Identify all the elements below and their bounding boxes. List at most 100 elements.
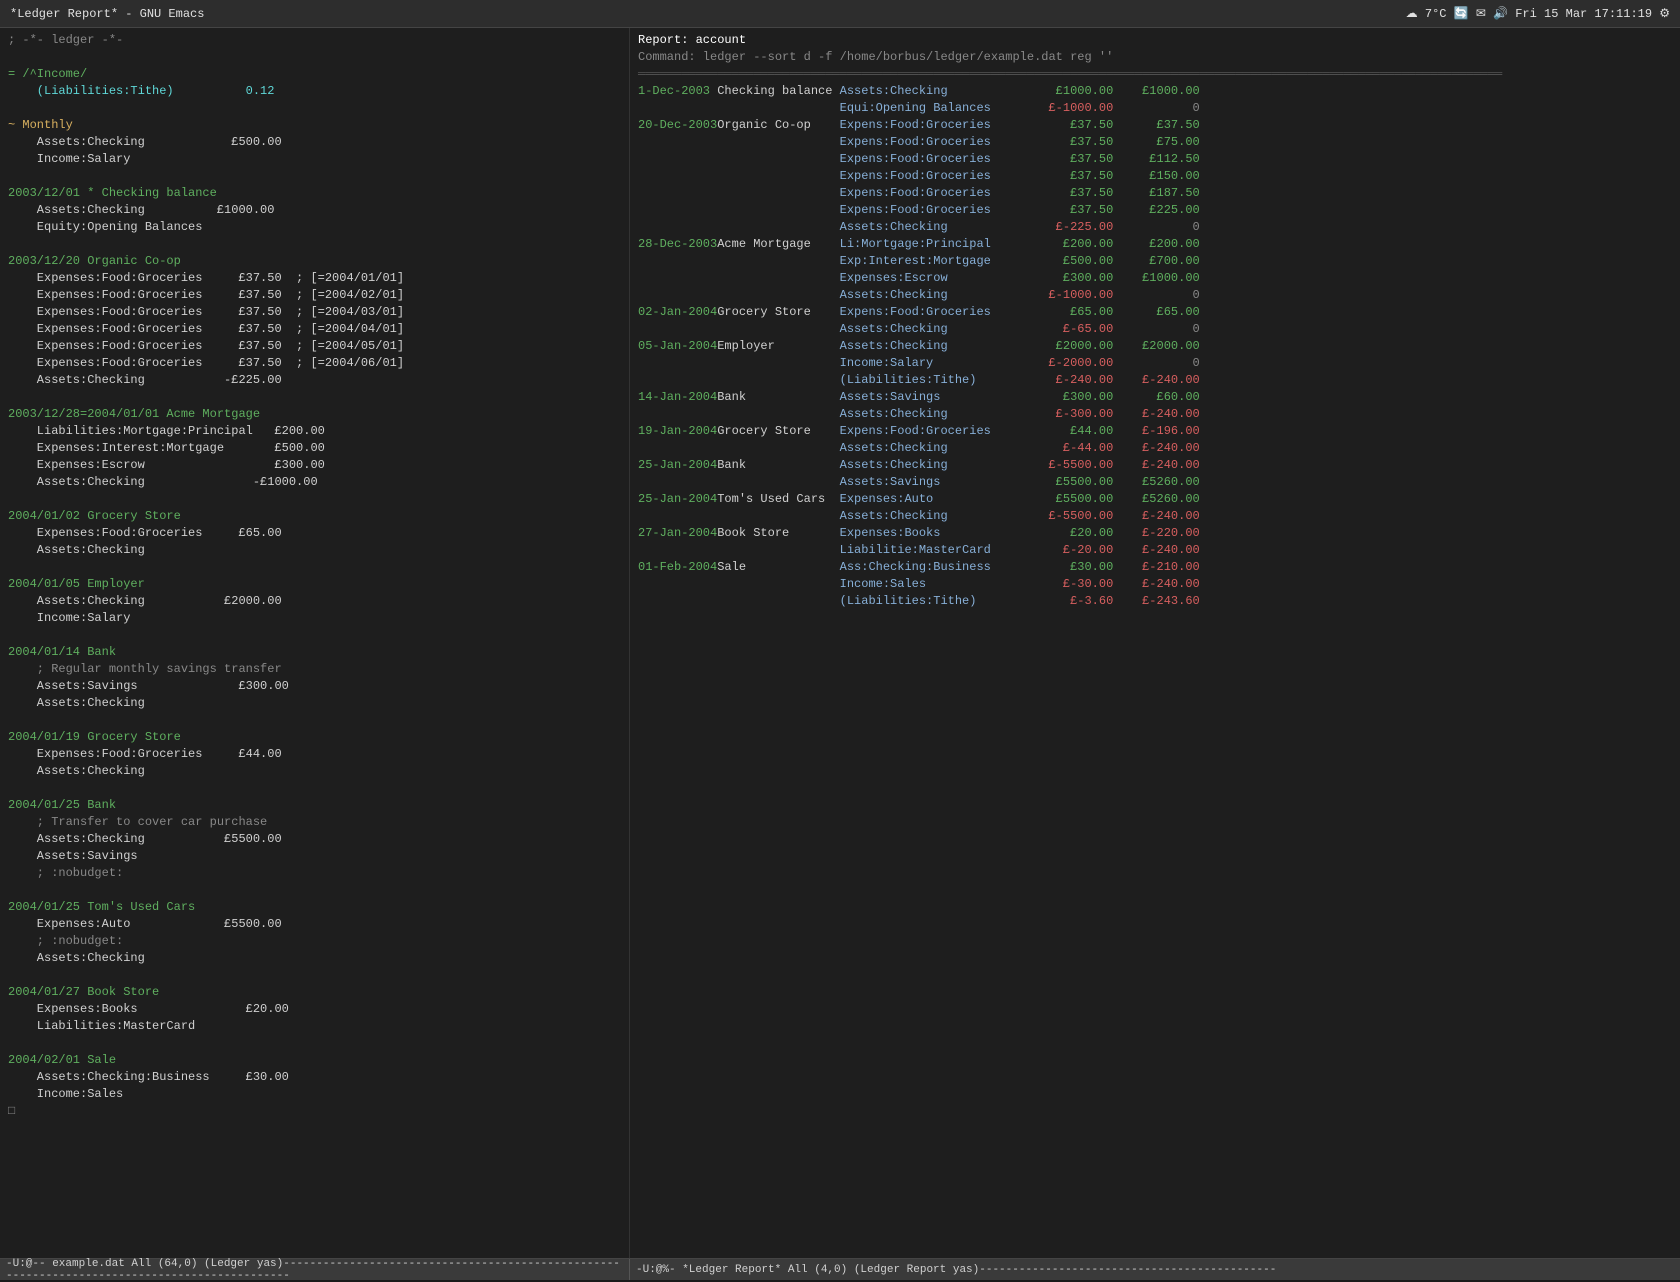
left-line-21 xyxy=(8,389,621,406)
left-line-41: 2004/01/19 Grocery Store xyxy=(8,729,621,746)
transaction-row-13: 02-Jan-2004Grocery Store Expens:Food:Gro… xyxy=(638,304,1672,321)
report-label: Report: account xyxy=(638,32,1672,49)
left-line-14: Expenses:Food:Groceries £37.50 ; [=2004/… xyxy=(8,270,621,287)
transaction-row-16: Income:Salary £-2000.00 0 xyxy=(638,355,1672,372)
status-bar: -U:@-- example.dat All (64,0) (Ledger ya… xyxy=(0,1258,1680,1280)
status-right: -U:@%- *Ledger Report* All (4,0) (Ledger… xyxy=(630,1259,1680,1280)
transaction-row-30: (Liabilities:Tithe) £-3.60 £-243.60 xyxy=(638,593,1672,610)
left-line-32: 2004/01/05 Employer xyxy=(8,576,621,593)
left-line-52: Expenses:Auto £5500.00 xyxy=(8,916,621,933)
left-line-29: Expenses:Food:Groceries £65.00 xyxy=(8,525,621,542)
right-transactions: 1-Dec-2003 Checking balance Assets:Check… xyxy=(638,83,1672,610)
left-line-1 xyxy=(8,49,621,66)
left-line-61: Assets:Checking:Business £30.00 xyxy=(8,1069,621,1086)
left-line-48: Assets:Savings xyxy=(8,848,621,865)
transaction-row-8: Assets:Checking £-225.00 0 xyxy=(638,219,1672,236)
left-line-28: 2004/01/02 Grocery Store xyxy=(8,508,621,525)
left-line-12 xyxy=(8,236,621,253)
left-line-34: Income:Salary xyxy=(8,610,621,627)
transaction-row-5: Expens:Food:Groceries £37.50 £150.00 xyxy=(638,168,1672,185)
left-line-23: Liabilities:Mortgage:Principal £200.00 xyxy=(8,423,621,440)
transaction-row-6: Expens:Food:Groceries £37.50 £187.50 xyxy=(638,185,1672,202)
left-line-47: Assets:Checking £5500.00 xyxy=(8,831,621,848)
left-line-27 xyxy=(8,491,621,508)
transaction-row-29: Income:Sales £-30.00 £-240.00 xyxy=(638,576,1672,593)
left-line-43: Assets:Checking xyxy=(8,763,621,780)
left-line-10: Assets:Checking £1000.00 xyxy=(8,202,621,219)
left-line-36: 2004/01/14 Bank xyxy=(8,644,621,661)
transaction-row-24: 25-Jan-2004Tom's Used Cars Expenses:Auto… xyxy=(638,491,1672,508)
left-line-44 xyxy=(8,780,621,797)
transaction-row-9: 28-Dec-2003Acme Mortgage Li:Mortgage:Pri… xyxy=(638,236,1672,253)
transaction-row-27: Liabilitie:MasterCard £-20.00 £-240.00 xyxy=(638,542,1672,559)
left-line-2: = /^Income/ xyxy=(8,66,621,83)
left-line-3: (Liabilities:Tithe) 0.12 xyxy=(8,83,621,100)
transaction-row-4: Expens:Food:Groceries £37.50 £112.50 xyxy=(638,151,1672,168)
transaction-row-2: 20-Dec-2003Organic Co-op Expens:Food:Gro… xyxy=(638,117,1672,134)
left-line-24: Expenses:Interest:Mortgage £500.00 xyxy=(8,440,621,457)
left-line-4 xyxy=(8,100,621,117)
transaction-row-20: 19-Jan-2004Grocery Store Expens:Food:Gro… xyxy=(638,423,1672,440)
window-title: *Ledger Report* - GNU Emacs xyxy=(10,7,204,21)
left-line-40 xyxy=(8,712,621,729)
main-content: ; -*- ledger -*- = /^Income/ (Liabilitie… xyxy=(0,28,1680,1258)
transaction-row-18: 14-Jan-2004Bank Assets:Savings £300.00 £… xyxy=(638,389,1672,406)
left-line-22: 2003/12/28=2004/01/01 Acme Mortgage xyxy=(8,406,621,423)
left-line-5: ~ Monthly xyxy=(8,117,621,134)
transaction-row-21: Assets:Checking £-44.00 £-240.00 xyxy=(638,440,1672,457)
left-line-57: Expenses:Books £20.00 xyxy=(8,1001,621,1018)
transaction-row-19: Assets:Checking £-300.00 £-240.00 xyxy=(638,406,1672,423)
left-line-17: Expenses:Food:Groceries £37.50 ; [=2004/… xyxy=(8,321,621,338)
left-line-63: □ xyxy=(8,1103,621,1120)
left-line-45: 2004/01/25 Bank xyxy=(8,797,621,814)
left-lines: ; -*- ledger -*- = /^Income/ (Liabilitie… xyxy=(8,32,621,1120)
transaction-row-14: Assets:Checking £-65.00 0 xyxy=(638,321,1672,338)
transaction-row-12: Assets:Checking £-1000.00 0 xyxy=(638,287,1672,304)
left-line-26: Assets:Checking -£1000.00 xyxy=(8,474,621,491)
left-line-56: 2004/01/27 Book Store xyxy=(8,984,621,1001)
transaction-row-28: 01-Feb-2004Sale Ass:Checking:Business £3… xyxy=(638,559,1672,576)
report-separator: ════════════════════════════════════════… xyxy=(638,66,1672,83)
left-line-19: Expenses:Food:Groceries £37.50 ; [=2004/… xyxy=(8,355,621,372)
left-line-58: Liabilities:MasterCard xyxy=(8,1018,621,1035)
left-line-54: Assets:Checking xyxy=(8,950,621,967)
left-line-55 xyxy=(8,967,621,984)
left-line-35 xyxy=(8,627,621,644)
left-line-53: ; :nobudget: xyxy=(8,933,621,950)
left-line-8 xyxy=(8,168,621,185)
transaction-row-7: Expens:Food:Groceries £37.50 £225.00 xyxy=(638,202,1672,219)
left-line-60: 2004/02/01 Sale xyxy=(8,1052,621,1069)
left-line-30: Assets:Checking xyxy=(8,542,621,559)
left-line-51: 2004/01/25 Tom's Used Cars xyxy=(8,899,621,916)
left-line-15: Expenses:Food:Groceries £37.50 ; [=2004/… xyxy=(8,287,621,304)
left-line-59 xyxy=(8,1035,621,1052)
title-bar: *Ledger Report* - GNU Emacs ☁ 7°C 🔄 ✉ 🔊 … xyxy=(0,0,1680,28)
left-line-6: Assets:Checking £500.00 xyxy=(8,134,621,151)
transaction-row-17: (Liabilities:Tithe) £-240.00 £-240.00 xyxy=(638,372,1672,389)
left-line-16: Expenses:Food:Groceries £37.50 ; [=2004/… xyxy=(8,304,621,321)
left-line-9: 2003/12/01 * Checking balance xyxy=(8,185,621,202)
left-line-39: Assets:Checking xyxy=(8,695,621,712)
left-line-25: Expenses:Escrow £300.00 xyxy=(8,457,621,474)
left-line-37: ; Regular monthly savings transfer xyxy=(8,661,621,678)
left-line-0: ; -*- ledger -*- xyxy=(8,32,621,49)
transaction-row-3: Expens:Food:Groceries £37.50 £75.00 xyxy=(638,134,1672,151)
left-line-31 xyxy=(8,559,621,576)
left-line-42: Expenses:Food:Groceries £44.00 xyxy=(8,746,621,763)
left-line-18: Expenses:Food:Groceries £37.50 ; [=2004/… xyxy=(8,338,621,355)
left-pane[interactable]: ; -*- ledger -*- = /^Income/ (Liabilitie… xyxy=(0,28,630,1258)
transaction-row-22: 25-Jan-2004Bank Assets:Checking £-5500.0… xyxy=(638,457,1672,474)
transaction-row-1: Equi:Opening Balances £-1000.00 0 xyxy=(638,100,1672,117)
transaction-row-26: 27-Jan-2004Book Store Expenses:Books £20… xyxy=(638,525,1672,542)
right-pane[interactable]: Report: account Command: ledger --sort d… xyxy=(630,28,1680,1258)
left-line-62: Income:Sales xyxy=(8,1086,621,1103)
transaction-row-11: Expenses:Escrow £300.00 £1000.00 xyxy=(638,270,1672,287)
left-line-11: Equity:Opening Balances xyxy=(8,219,621,236)
left-line-46: ; Transfer to cover car purchase xyxy=(8,814,621,831)
left-line-33: Assets:Checking £2000.00 xyxy=(8,593,621,610)
left-line-7: Income:Salary xyxy=(8,151,621,168)
system-tray: ☁ 7°C 🔄 ✉ 🔊 Fri 15 Mar 17:11:19 ⚙ xyxy=(1406,6,1670,21)
left-line-38: Assets:Savings £300.00 xyxy=(8,678,621,695)
status-left: -U:@-- example.dat All (64,0) (Ledger ya… xyxy=(0,1259,630,1280)
transaction-row-10: Exp:Interest:Mortgage £500.00 £700.00 xyxy=(638,253,1672,270)
